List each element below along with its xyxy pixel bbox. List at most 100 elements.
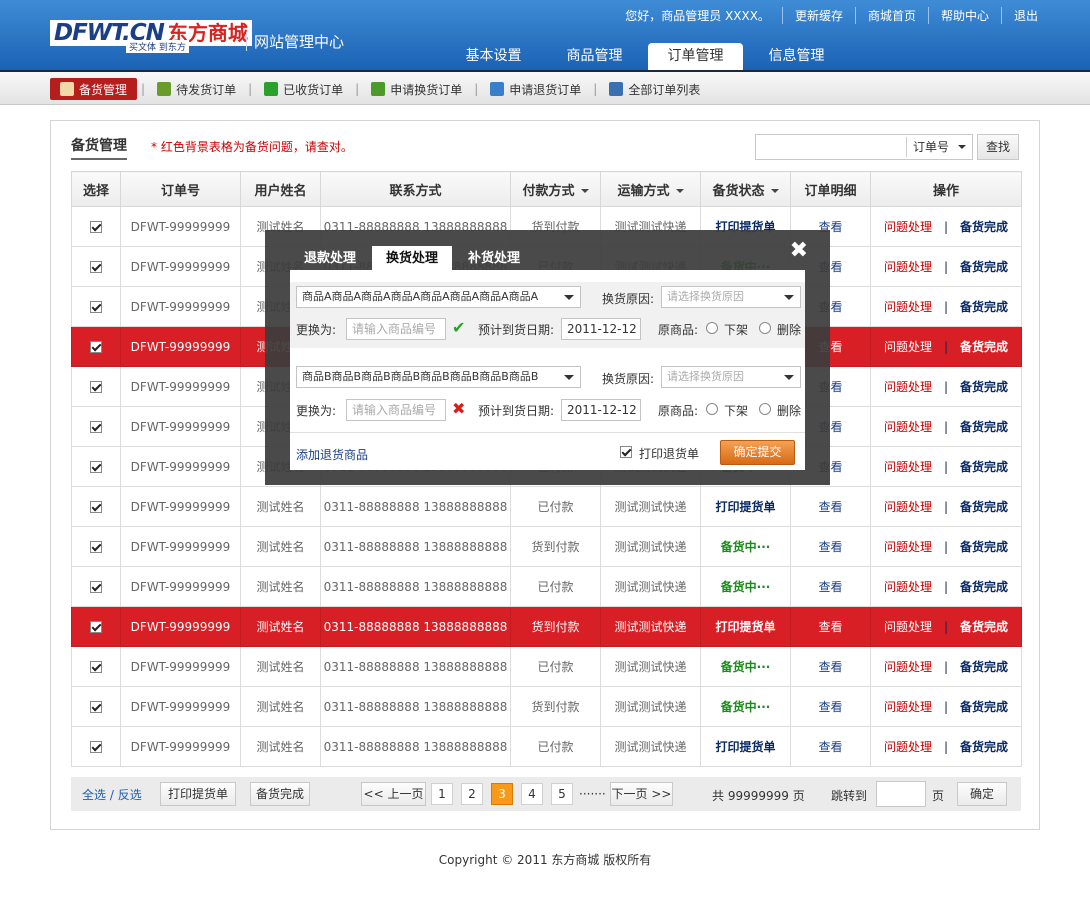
radio-delete-b[interactable] (759, 403, 771, 415)
problem-handle-link[interactable]: 问题处理 (884, 380, 932, 394)
replace-input-b[interactable]: 请输入商品编号 (346, 399, 446, 421)
stock-done-link[interactable]: 备货完成 (960, 580, 1008, 594)
row-checkbox[interactable] (90, 661, 102, 673)
add-return-product-link[interactable]: 添加退货商品 (296, 446, 368, 463)
row-checkbox[interactable] (90, 541, 102, 553)
tab-restock[interactable]: 补货处理 (454, 246, 534, 270)
store-home-link[interactable]: 商城首页 (854, 7, 928, 24)
product-select-b[interactable]: 商品B商品B商品B商品B商品B商品B商品B商品B (296, 366, 581, 388)
col-status[interactable]: 备货状态 (700, 171, 791, 207)
search-button[interactable]: 查找 (977, 134, 1019, 160)
view-detail-link[interactable]: 查看 (790, 606, 871, 647)
view-detail-link[interactable]: 查看 (790, 566, 871, 607)
view-detail-link[interactable]: 查看 (790, 646, 871, 687)
page-3-current[interactable]: 3 (491, 783, 513, 805)
subnav-item-0[interactable]: 备货管理 (50, 78, 138, 100)
tab-order-management[interactable]: 订单管理 (648, 43, 743, 70)
problem-handle-link[interactable]: 问题处理 (884, 700, 932, 714)
page-1[interactable]: 1 (431, 783, 453, 805)
stock-done-link[interactable]: 备货完成 (960, 500, 1008, 514)
search-input[interactable]: 订单号 (755, 134, 973, 160)
stock-done-link[interactable]: 备货完成 (960, 340, 1008, 354)
row-checkbox[interactable] (90, 501, 102, 513)
view-detail-link[interactable]: 查看 (790, 686, 871, 727)
row-checkbox[interactable] (90, 301, 102, 313)
submit-button[interactable]: 确定提交 (720, 440, 795, 465)
row-checkbox[interactable] (90, 261, 102, 273)
radio-delist-b[interactable] (706, 403, 718, 415)
row-checkbox[interactable] (90, 341, 102, 353)
stock-done-link[interactable]: 备货完成 (960, 300, 1008, 314)
stock-status[interactable]: 打印提货单 (700, 726, 791, 767)
reason-select-a[interactable]: 请选择换货原因 (661, 286, 801, 308)
stock-done-link[interactable]: 备货完成 (960, 220, 1008, 234)
tab-refund[interactable]: 退款处理 (290, 246, 370, 270)
radio-delist-a[interactable] (706, 322, 718, 334)
replace-input-a[interactable]: 请输入商品编号 (346, 318, 446, 340)
problem-handle-link[interactable]: 问题处理 (884, 660, 932, 674)
col-shipping[interactable]: 运输方式 (600, 171, 701, 207)
stock-done-link[interactable]: 备货完成 (960, 660, 1008, 674)
problem-handle-link[interactable]: 问题处理 (884, 740, 932, 754)
radio-delete-a[interactable] (759, 322, 771, 334)
view-detail-link[interactable]: 查看 (790, 726, 871, 767)
logo[interactable]: DFWT.CN 东方商城 买文体 到东方 (50, 14, 252, 53)
view-detail-link[interactable]: 查看 (790, 486, 871, 527)
stock-done-link[interactable]: 备货完成 (960, 740, 1008, 754)
stock-done-link[interactable]: 备货完成 (960, 700, 1008, 714)
jump-page-input[interactable] (876, 781, 926, 807)
select-all-link[interactable]: 全选 (82, 788, 106, 802)
print-pickup-button[interactable]: 打印提货单 (160, 782, 236, 806)
stock-done-link[interactable]: 备货完成 (960, 620, 1008, 634)
prev-page-button[interactable]: << 上一页 (361, 782, 426, 806)
tab-exchange[interactable]: 换货处理 (372, 246, 453, 270)
view-detail-link[interactable]: 查看 (790, 526, 871, 567)
stock-done-link[interactable]: 备货完成 (960, 420, 1008, 434)
tab-basic-settings[interactable]: 基本设置 (446, 43, 541, 70)
stock-done-link[interactable]: 备货完成 (960, 540, 1008, 554)
problem-handle-link[interactable]: 问题处理 (884, 620, 932, 634)
invert-select-link[interactable]: 反选 (118, 788, 142, 802)
row-checkbox[interactable] (90, 581, 102, 593)
tab-info-management[interactable]: 信息管理 (749, 43, 844, 70)
stock-done-link[interactable]: 备货完成 (960, 460, 1008, 474)
row-checkbox[interactable] (90, 741, 102, 753)
row-checkbox[interactable] (90, 621, 102, 633)
subnav-item-3[interactable]: 申请换货订单 (363, 78, 470, 100)
logout-link[interactable]: 退出 (1000, 7, 1038, 24)
stock-status[interactable]: 打印提货单 (700, 606, 791, 647)
problem-handle-link[interactable]: 问题处理 (884, 300, 932, 314)
tab-product-management[interactable]: 商品管理 (547, 43, 642, 70)
jump-confirm-button[interactable]: 确定 (957, 782, 1007, 806)
problem-handle-link[interactable]: 问题处理 (884, 580, 932, 594)
stock-done-link[interactable]: 备货完成 (960, 260, 1008, 274)
subnav-item-2[interactable]: 已收货订单 (256, 78, 351, 100)
search-field-select[interactable]: 订单号 (906, 137, 972, 157)
next-page-button[interactable]: 下一页 >> (610, 782, 673, 806)
reason-select-b[interactable]: 请选择换货原因 (661, 366, 801, 388)
row-checkbox[interactable] (90, 461, 102, 473)
problem-handle-link[interactable]: 问题处理 (884, 540, 932, 554)
problem-handle-link[interactable]: 问题处理 (884, 420, 932, 434)
problem-handle-link[interactable]: 问题处理 (884, 220, 932, 234)
page-5[interactable]: 5 (551, 783, 573, 805)
bulk-done-button[interactable]: 备货完成 (250, 782, 310, 806)
subnav-item-1[interactable]: 待发货订单 (149, 78, 244, 100)
eta-input-a[interactable]: 2011-12-12 (561, 318, 641, 340)
problem-handle-link[interactable]: 问题处理 (884, 260, 932, 274)
print-return-checkbox[interactable] (620, 446, 632, 458)
subnav-item-5[interactable]: 全部订单列表 (601, 78, 708, 100)
help-center-link[interactable]: 帮助中心 (927, 7, 1001, 24)
close-icon[interactable]: ✖ (790, 240, 808, 262)
eta-input-b[interactable]: 2011-12-12 (561, 399, 641, 421)
refresh-cache-link[interactable]: 更新缓存 (781, 7, 855, 24)
stock-done-link[interactable]: 备货完成 (960, 380, 1008, 394)
page-2[interactable]: 2 (461, 783, 483, 805)
row-checkbox[interactable] (90, 701, 102, 713)
stock-status[interactable]: 打印提货单 (700, 486, 791, 527)
problem-handle-link[interactable]: 问题处理 (884, 340, 932, 354)
row-checkbox[interactable] (90, 381, 102, 393)
product-select-a[interactable]: 商品A商品A商品A商品A商品A商品A商品A商品A (296, 286, 581, 308)
problem-handle-link[interactable]: 问题处理 (884, 460, 932, 474)
col-payment[interactable]: 付款方式 (510, 171, 601, 207)
